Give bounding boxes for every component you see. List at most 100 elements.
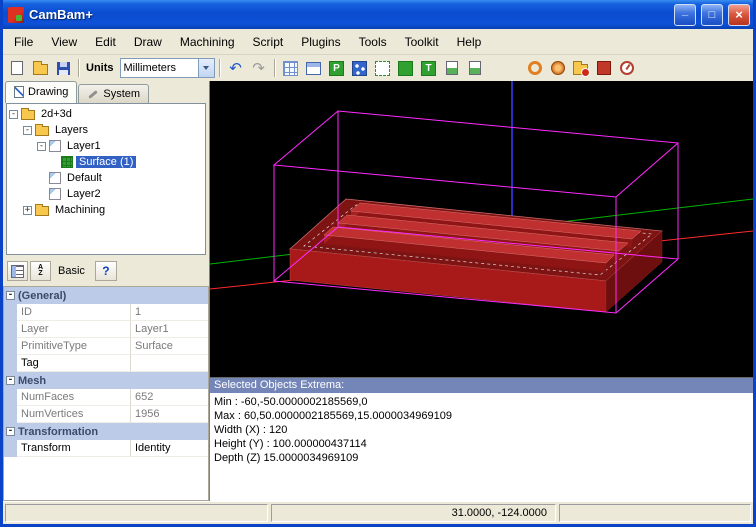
tab-system[interactable]: System (78, 84, 149, 103)
script-object-button[interactable] (464, 57, 486, 79)
pocket-icon (551, 61, 565, 75)
profile-op-button[interactable] (524, 57, 546, 79)
collapse-icon[interactable]: - (6, 291, 15, 300)
property-value[interactable]: Layer1 (131, 321, 208, 338)
app-window: CamBam+ _ □ × File View Edit Draw Machin… (0, 0, 756, 527)
minimize-button[interactable]: _ (674, 4, 696, 26)
toolbar-separator (78, 59, 80, 77)
property-value[interactable]: Surface (131, 338, 208, 355)
categorized-view-button[interactable] (7, 261, 28, 281)
category-general[interactable]: - (General) (4, 287, 208, 304)
point-list-button[interactable] (349, 57, 371, 79)
category-mesh-label: Mesh (18, 375, 46, 387)
menu-script[interactable]: Script (244, 32, 293, 52)
layer-icon (49, 172, 61, 184)
property-value[interactable] (131, 355, 208, 372)
open-file-button[interactable] (29, 57, 51, 79)
menu-file[interactable]: File (5, 32, 42, 52)
drill-icon (573, 64, 588, 75)
property-label: PrimitiveType (17, 338, 131, 355)
categorized-icon (11, 265, 24, 278)
tree-item-surface[interactable]: Surface (1) (7, 154, 205, 170)
expand-icon[interactable]: + (23, 206, 32, 215)
folder-icon (35, 126, 49, 136)
menu-machining[interactable]: Machining (171, 32, 244, 52)
menu-help[interactable]: Help (448, 32, 491, 52)
collapse-icon[interactable]: - (23, 126, 32, 135)
speeds-op-button[interactable] (616, 57, 638, 79)
engrave-icon (597, 61, 611, 75)
region-button[interactable] (395, 57, 417, 79)
property-value[interactable]: Identity (131, 440, 208, 457)
text-icon: T (421, 61, 436, 76)
property-value[interactable]: 652 (131, 389, 208, 406)
cursor-coordinates-value: 31.0000, -124.0000 (452, 507, 547, 519)
speeds-icon (620, 61, 634, 75)
drawing-tree: - 2d+3d - Layers - Layer1 Surface (1) (6, 103, 206, 255)
alphabetical-sort-button[interactable]: A Z (30, 261, 51, 281)
layer-icon (49, 140, 61, 152)
collapse-icon[interactable]: - (6, 427, 15, 436)
pocket-op-button[interactable] (547, 57, 569, 79)
collapse-icon[interactable]: - (6, 376, 15, 385)
tree-label-default: Default (64, 172, 105, 184)
property-label: ID (17, 304, 131, 321)
rectangle-button[interactable] (372, 57, 394, 79)
tab-drawing[interactable]: Drawing (5, 81, 77, 103)
maximize-button[interactable]: □ (701, 4, 723, 26)
redo-button[interactable]: ↷ (248, 57, 270, 79)
text-button[interactable]: T (418, 57, 440, 79)
engrave-op-button[interactable] (593, 57, 615, 79)
property-label: Transform (17, 440, 131, 457)
property-row-transform: Transform Identity (4, 440, 208, 457)
tree-item-layers[interactable]: - Layers (7, 122, 205, 138)
collapse-icon[interactable]: - (9, 110, 18, 119)
property-row-layer: Layer Layer1 (4, 321, 208, 338)
close-button[interactable]: × (728, 4, 750, 26)
tree-item-layer1[interactable]: - Layer1 (7, 138, 205, 154)
tree-item-2d3d[interactable]: - 2d+3d (7, 106, 205, 122)
menu-plugins[interactable]: Plugins (292, 32, 349, 52)
units-select[interactable]: Millimeters (120, 58, 215, 78)
info-panel-body: Min : -60,-50.0000002185569,0 Max : 60,5… (210, 393, 753, 467)
save-file-button[interactable] (52, 57, 74, 79)
tree-item-machining[interactable]: + Machining (7, 202, 205, 218)
grid-toggle-button[interactable] (280, 57, 302, 79)
help-button[interactable]: ? (95, 261, 117, 281)
viewport-canvas (210, 81, 753, 377)
drill-op-button[interactable] (570, 57, 592, 79)
status-bar: 31.0000, -124.0000 (3, 501, 753, 524)
menu-edit[interactable]: Edit (86, 32, 125, 52)
viewport-3d[interactable] (210, 81, 753, 377)
status-extra-panel (559, 504, 751, 522)
polyline-button[interactable]: P (326, 57, 348, 79)
property-row-numvertices: NumVertices 1956 (4, 406, 208, 423)
collapse-icon[interactable]: - (37, 142, 46, 151)
category-transformation-label: Transformation (18, 426, 98, 438)
title-bar[interactable]: CamBam+ _ □ × (3, 0, 753, 29)
left-panel: Drawing System - 2d+3d - Layers (3, 81, 209, 501)
basic-mode-label[interactable]: Basic (58, 265, 85, 277)
undo-button[interactable]: ↶ (225, 57, 247, 79)
category-transformation[interactable]: - Transformation (4, 423, 208, 440)
property-value[interactable]: 1 (131, 304, 208, 321)
menu-draw[interactable]: Draw (125, 32, 171, 52)
point-table-button[interactable] (303, 57, 325, 79)
menu-tools[interactable]: Tools (350, 32, 396, 52)
tree-item-default[interactable]: Default (7, 170, 205, 186)
main-toolbar: Units Millimeters ↶ ↷ P T (3, 54, 753, 81)
help-icon: ? (102, 264, 109, 278)
tree-label-machining: Machining (52, 204, 108, 216)
toolbar-separator (219, 59, 221, 77)
surface-doc-icon (446, 61, 458, 75)
tree-label-root: 2d+3d (38, 108, 75, 120)
tree-item-layer2[interactable]: Layer2 (7, 186, 205, 202)
category-strip (4, 338, 17, 355)
menu-view[interactable]: View (42, 32, 86, 52)
surface-button[interactable] (441, 57, 463, 79)
units-dropdown-button[interactable] (198, 59, 214, 77)
property-value[interactable]: 1956 (131, 406, 208, 423)
menu-toolkit[interactable]: Toolkit (396, 32, 448, 52)
new-document-button[interactable] (6, 57, 28, 79)
category-mesh[interactable]: - Mesh (4, 372, 208, 389)
